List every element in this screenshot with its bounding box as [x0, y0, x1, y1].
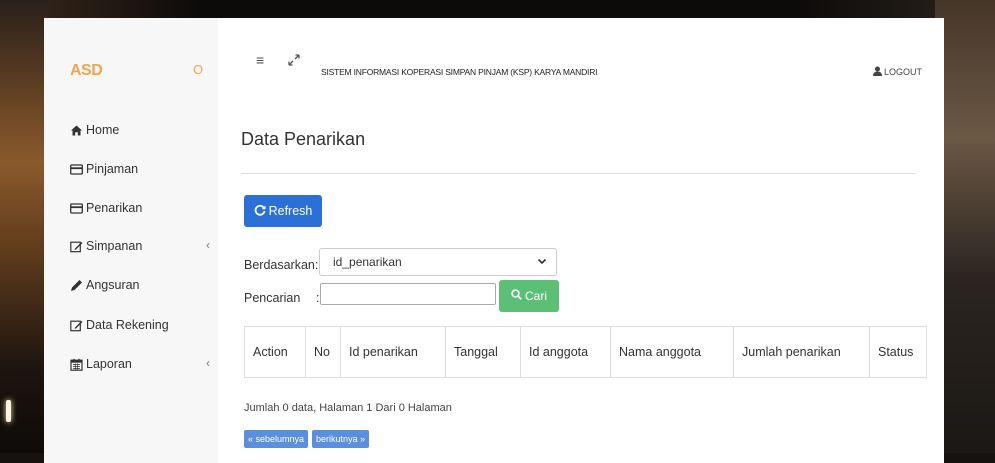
- search-input[interactable]: [320, 283, 496, 305]
- sidebar-item-label: Simpanan: [86, 239, 143, 253]
- page-title: Data Penarikan: [241, 129, 366, 149]
- sidebar-item-penarikan[interactable]: Penarikan: [70, 198, 210, 218]
- calendar-icon: [70, 358, 83, 371]
- column-header-id-anggota: Id anggota: [520, 326, 611, 378]
- sidebar-item-label: Pinjaman: [86, 162, 139, 176]
- refresh-label: Refresh: [268, 204, 313, 218]
- menu-icon[interactable]: ≡: [256, 52, 264, 68]
- column-header-no: No: [305, 326, 341, 378]
- column-header-tanggal: Tanggal: [445, 326, 521, 378]
- sidebar-item-home[interactable]: Home: [70, 120, 210, 140]
- chevron-left-icon: ‹: [206, 238, 210, 252]
- home-icon: [70, 124, 83, 137]
- filter-select[interactable]: id_penarikan: [319, 248, 557, 276]
- logout-button[interactable]: LOGOUT: [873, 66, 922, 78]
- search-icon: [511, 289, 522, 303]
- penarikan-table: Action No Id penarikan Tanggal Id anggot…: [244, 326, 927, 378]
- app-window: ASD O Home Pinjaman Penarikan Simpanan ‹…: [44, 18, 944, 463]
- sidebar-item-laporan[interactable]: Laporan ‹: [70, 354, 210, 374]
- main-content: ≡ SISTEM INFORMASI KOPERASI SIMPAN PINJA…: [218, 18, 944, 463]
- refresh-button[interactable]: Refresh: [244, 195, 322, 227]
- sidebar-item-angsuran[interactable]: Angsuran: [70, 275, 210, 295]
- sidebar-item-data-rekening[interactable]: Data Rekening: [70, 315, 210, 335]
- filter-value: id_penarikan: [333, 255, 402, 269]
- sidebar-item-label: Angsuran: [86, 278, 140, 292]
- search-colon: :: [316, 291, 320, 305]
- chevron-down-icon: [537, 255, 547, 269]
- user-icon: [873, 66, 882, 78]
- search-button[interactable]: Cari: [499, 280, 559, 312]
- column-header-status: Status: [869, 326, 927, 378]
- edit-icon: [70, 240, 83, 253]
- sidebar-item-label: Data Rekening: [86, 318, 169, 332]
- pagination: « sebelumnya berikutnya »: [244, 430, 370, 448]
- column-header-nama-anggota: Nama anggota: [610, 326, 734, 378]
- search-button-label: Cari: [524, 289, 547, 303]
- column-header-action: Action: [244, 326, 306, 378]
- filter-label: Berdasarkan:: [244, 258, 319, 272]
- brand-logo[interactable]: ASD: [70, 62, 103, 80]
- credit-card-icon: [70, 202, 83, 215]
- sidebar-item-label: Penarikan: [86, 201, 143, 215]
- app-title: SISTEM INFORMASI KOPERASI SIMPAN PINJAM …: [321, 67, 598, 77]
- search-label: Pencarian: [244, 291, 301, 305]
- chevron-left-icon: ‹: [206, 356, 210, 370]
- expand-icon[interactable]: [288, 54, 300, 69]
- pagination-summary: Jumlah 0 data, Halaman 1 Dari 0 Halaman: [244, 402, 452, 414]
- sidebar-item-simpanan[interactable]: Simpanan ‹: [70, 236, 210, 256]
- credit-card-icon: [70, 163, 83, 176]
- divider: [241, 173, 915, 174]
- refresh-icon: [254, 204, 266, 219]
- prev-page-button[interactable]: « sebelumnya: [244, 430, 309, 448]
- sidebar-item-label: Laporan: [86, 357, 132, 371]
- column-header-id-penarikan: Id penarikan: [340, 326, 446, 378]
- sidebar-toggle[interactable]: O: [193, 62, 203, 77]
- lamp-light: [6, 400, 11, 422]
- column-header-jumlah-penarikan: Jumlah penarikan: [733, 326, 870, 378]
- sidebar-item-label: Home: [86, 123, 120, 137]
- table-header-row: Action No Id penarikan Tanggal Id anggot…: [244, 326, 927, 378]
- edit-icon: [70, 319, 83, 332]
- logout-label: LOGOUT: [884, 67, 923, 77]
- sidebar: ASD O Home Pinjaman Penarikan Simpanan ‹…: [44, 18, 218, 463]
- next-page-button[interactable]: berikutnya »: [312, 430, 370, 448]
- pencil-icon: [70, 279, 83, 292]
- sidebar-item-pinjaman[interactable]: Pinjaman: [70, 159, 210, 179]
